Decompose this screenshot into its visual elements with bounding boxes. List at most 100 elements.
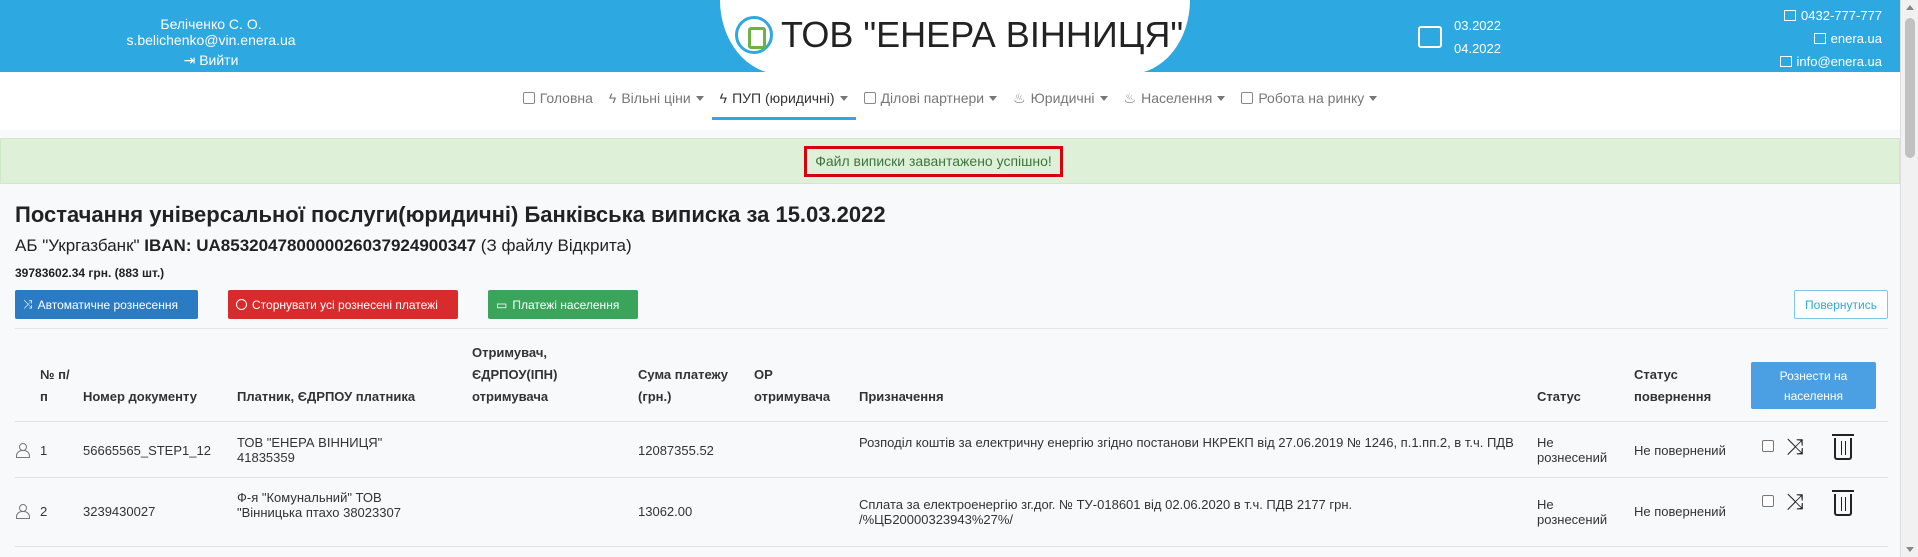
logout-link[interactable]: ⇥ Вийти [86, 52, 336, 69]
home-icon [522, 92, 535, 104]
shuffle-icon: ⤨ [23, 297, 33, 311]
col-header-status: Статус [1537, 389, 1581, 404]
cell-doc: 56665565_STEP1_12 [83, 443, 211, 458]
nav-label: Населення [1141, 90, 1213, 106]
chevron-down-icon [1099, 96, 1108, 101]
nav-item-market[interactable]: Робота на ринку [1233, 72, 1385, 120]
nav-label: Робота на ринку [1258, 90, 1365, 106]
shuffle-icon[interactable]: ⤨ [1786, 489, 1804, 515]
row-checkbox[interactable] [1762, 440, 1774, 452]
alert-message: Файл виписки завантажено успішно! [804, 146, 1063, 177]
cell-payer: ТОВ "ЕНЕРА ВІННИЦЯ" 41835359 [237, 435, 383, 465]
bolt-icon: ϟ [719, 90, 728, 106]
email-text: info@enera.ua [1796, 54, 1882, 69]
chevron-down-icon [1369, 96, 1378, 101]
period-from[interactable]: 03.2022 [1454, 14, 1501, 37]
company-title: ТОВ "ЕНЕРА ВІННИЦЯ" [781, 14, 1184, 55]
nav-label: Головна [539, 90, 593, 106]
nav-item-home[interactable]: Головна [515, 72, 601, 120]
chevron-down-icon [989, 96, 998, 101]
button-label: Повернутись [1805, 297, 1877, 312]
file-note: (З файлу Відкрита) [480, 236, 632, 255]
flame-icon: ♨ [1013, 90, 1026, 106]
cell-sum: 13062.00 [638, 504, 693, 519]
main-nav: Головна ϟ Вільні ціни ϟ ПУП (юридичні) Діл… [0, 72, 1900, 130]
calendar-icon [1418, 26, 1442, 48]
back-button[interactable]: Повернутись [1794, 290, 1888, 319]
scrollbar-thumb[interactable] [1905, 18, 1915, 158]
col-header-doc: Номер документу [83, 389, 197, 404]
button-label: Автоматичне рознесення [37, 297, 178, 312]
logout-icon: ⇥ [183, 52, 196, 68]
row-divider [15, 421, 1888, 422]
cell-doc: 3239430027 [83, 504, 156, 519]
nav-label: ПУП (юридичні) [732, 90, 835, 106]
period-selector[interactable]: 03.2022 04.2022 [1418, 14, 1501, 60]
cell-return-status: Не повернений [1634, 504, 1726, 519]
cell-payer: Ф-я "Комунальний" ТОВ "Вінницька птахо 3… [237, 490, 401, 520]
person-icon [16, 504, 30, 519]
trash-icon[interactable] [1832, 434, 1854, 460]
col-header-payer: Платник, ЄДРПОУ платника [237, 389, 416, 404]
col-header-purpose: Призначення [859, 389, 944, 404]
flame-icon: ♨ [1123, 90, 1137, 106]
col-header-num: № п/п [40, 367, 70, 404]
iban-label: IBAN: [144, 236, 192, 255]
person-icon [16, 443, 30, 458]
envelope-icon [1779, 56, 1792, 67]
page-title: Постачання універсальної послуги(юридичн… [15, 202, 886, 227]
top-header: Беліченко С. О. s.belichenko@vin.enera.u… [0, 0, 1900, 74]
nav-item-free-prices[interactable]: ϟ Вільні ціни [601, 72, 712, 120]
col-header-or: ОР отримувача [754, 367, 831, 404]
nav-label: Юридичні [1030, 90, 1095, 106]
storno-all-button[interactable]: Сторнувати усі рознесені платежі [228, 290, 458, 319]
button-label: Сторнувати усі рознесені платежі [252, 297, 438, 312]
contacts-block: 0432-777-777 enera.ua info@enera.ua [1779, 4, 1882, 73]
cell-sum: 12087355.52 [638, 443, 714, 458]
user-info: Беліченко С. О. s.belichenko@vin.enera.u… [126, 16, 296, 48]
col-header-return-status: Статус повернення [1634, 367, 1712, 404]
auto-distribute-button[interactable]: ⤨ Автоматичне рознесення [15, 290, 198, 319]
scroll-down-icon[interactable] [1906, 547, 1914, 552]
distribute-to-population-button[interactable]: Рознести на населення [1751, 362, 1876, 409]
bolt-icon: ϟ [608, 90, 617, 106]
nav-label: Ділові партнери [880, 90, 985, 106]
phone-contact[interactable]: 0432-777-777 [1780, 4, 1882, 27]
chevron-down-icon [839, 96, 848, 101]
user-block: Беліченко С. О. s.belichenko@vin.enera.u… [86, 16, 336, 69]
cell-purpose: Сплата за електроенергію зг.дог. № ТУ-01… [859, 497, 1353, 527]
button-label: Платежі населення [512, 297, 620, 312]
site-contact[interactable]: enera.ua [1780, 27, 1882, 50]
chart-icon [1241, 92, 1254, 104]
bank-info: АБ "Укргазбанк" IBAN: UA8532047800000260… [15, 236, 632, 256]
population-payments-button[interactable]: ▭ Платежі населення [488, 290, 638, 319]
col-header-sum: Сума платежу (грн.) [638, 367, 728, 404]
period-to[interactable]: 04.2022 [1454, 37, 1501, 60]
nav-item-legal[interactable]: ♨ Юридичні [1005, 72, 1115, 120]
nav-item-pup[interactable]: ϟ ПУП (юридичні) [711, 72, 856, 120]
scroll-up-icon[interactable] [1906, 5, 1914, 10]
email-contact[interactable]: info@enera.ua [1779, 50, 1882, 73]
nav-label: Вільні ціни [621, 90, 691, 106]
nav-item-partners[interactable]: Ділові партнери [856, 72, 1006, 120]
cell-num: 1 [40, 443, 48, 458]
logout-label: Вийти [199, 52, 239, 68]
nav-item-population[interactable]: ♨ Населення [1116, 72, 1234, 120]
page-scrollbar[interactable] [1900, 0, 1918, 557]
row-checkbox[interactable] [1762, 495, 1774, 507]
company-logo[interactable]: ТОВ "ЕНЕРА ВІННИЦЯ" [735, 14, 1183, 56]
cell-status: Не рознесений [1537, 497, 1608, 527]
chevron-down-icon [695, 96, 704, 101]
cancel-circle-icon [236, 299, 247, 310]
row-divider [15, 546, 1888, 547]
iban-value: UA853204780000026037924900347 [196, 236, 477, 255]
phone-text: 0432-777-777 [1801, 8, 1882, 23]
bank-name: АБ "Укргазбанк" [15, 236, 140, 255]
success-alert: Файл виписки завантажено успішно! [0, 138, 1900, 184]
col-header-receiver: Отримувач, ЄДРПОУ(ІПН) отримувача [472, 345, 558, 404]
globe-icon [1813, 33, 1826, 44]
book-icon [863, 92, 876, 104]
chevron-down-icon [1217, 96, 1226, 101]
shuffle-icon[interactable]: ⤨ [1786, 434, 1804, 460]
trash-icon[interactable] [1832, 490, 1854, 516]
